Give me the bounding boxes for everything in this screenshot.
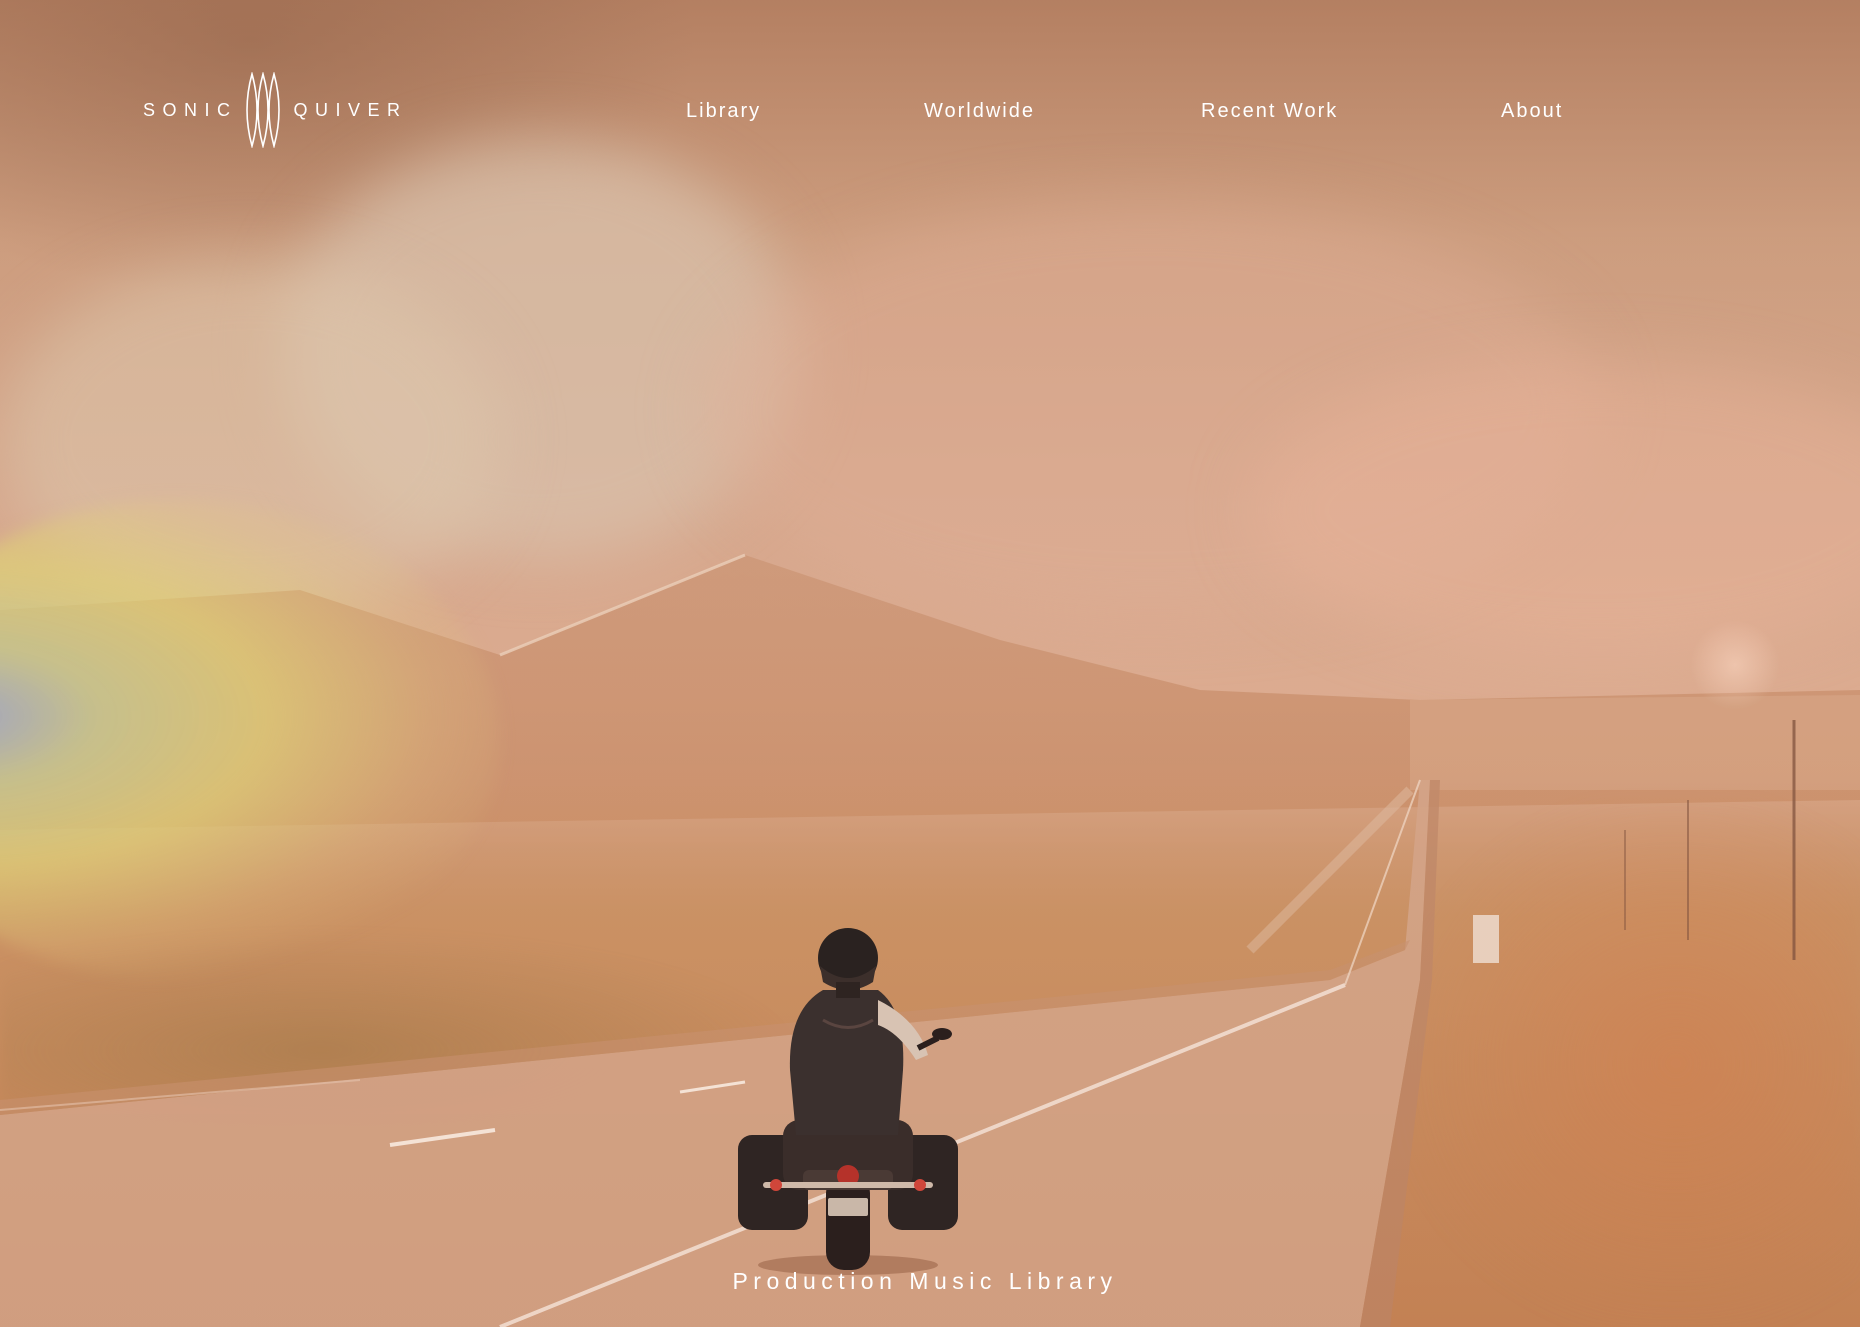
home-page: SONIC QUIVER Library Worldwide Recent Wo… <box>0 0 1860 1327</box>
hero-tagline: Production Music Library <box>732 1268 1118 1294</box>
site-header: SONIC QUIVER Library Worldwide Recent Wo… <box>0 0 1860 200</box>
nav-library-link[interactable]: Library <box>686 100 761 123</box>
nav-recent-work-link[interactable]: Recent Work <box>1201 100 1338 123</box>
nav-about-link[interactable]: About <box>1501 100 1563 123</box>
main-nav: Library Worldwide Recent Work About <box>0 100 1860 132</box>
motorcycle-rider <box>738 928 958 1275</box>
nav-worldwide-link[interactable]: Worldwide <box>924 100 1035 123</box>
